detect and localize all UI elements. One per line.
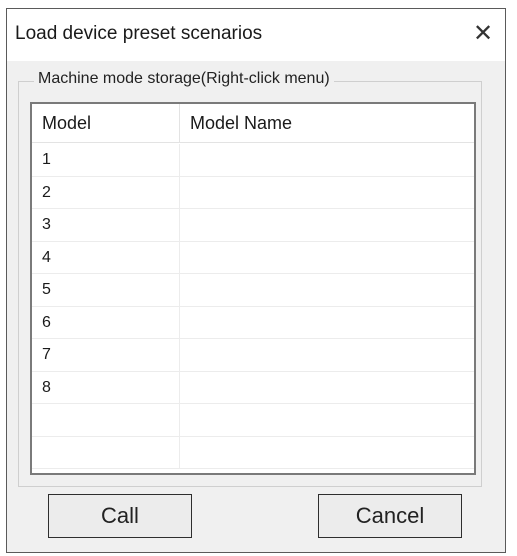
column-header-model[interactable]: Model — [32, 104, 180, 143]
table-row[interactable]: 4 — [32, 241, 474, 274]
model-cell — [32, 436, 180, 469]
table-row[interactable]: 2 — [32, 176, 474, 209]
table-row[interactable]: 3 — [32, 209, 474, 242]
group-box-label: Machine mode storage(Right-click menu) — [34, 70, 334, 88]
list-header: Model Model Name — [32, 104, 474, 143]
call-button[interactable]: Call — [48, 494, 192, 538]
table-row[interactable]: 6 — [32, 306, 474, 339]
table-row[interactable]: 5 — [32, 274, 474, 307]
model-name-cell — [180, 372, 474, 404]
model-cell: 1 — [32, 144, 180, 176]
table-row[interactable] — [32, 404, 474, 437]
model-list[interactable]: Model Model Name 12345678 — [30, 102, 476, 475]
model-cell: 5 — [32, 274, 180, 306]
close-icon[interactable]: ✕ — [467, 19, 499, 51]
model-cell: 6 — [32, 306, 180, 339]
model-name-cell — [180, 404, 474, 436]
dialog-title: Load device preset scenarios — [15, 23, 263, 44]
model-name-cell — [180, 437, 474, 469]
model-name-cell — [180, 209, 474, 241]
table-row[interactable]: 8 — [32, 371, 474, 404]
model-cell: 7 — [32, 339, 180, 371]
model-cell: 8 — [32, 371, 180, 404]
model-name-cell — [180, 242, 474, 274]
model-cell: 3 — [32, 209, 180, 241]
model-name-cell — [180, 339, 474, 371]
table-row[interactable]: 1 — [32, 144, 474, 177]
title-bar[interactable]: Load device preset scenarios ✕ — [7, 9, 505, 61]
model-name-cell — [180, 144, 474, 176]
model-name-cell — [180, 274, 474, 306]
model-cell: 2 — [32, 176, 180, 209]
model-name-cell — [180, 177, 474, 209]
model-name-cell — [180, 307, 474, 339]
cancel-button[interactable]: Cancel — [318, 494, 462, 538]
column-header-model-name[interactable]: Model Name — [180, 104, 474, 143]
table-row[interactable]: 7 — [32, 339, 474, 372]
table-row[interactable] — [32, 436, 474, 469]
model-cell — [32, 404, 180, 436]
model-cell: 4 — [32, 241, 180, 274]
